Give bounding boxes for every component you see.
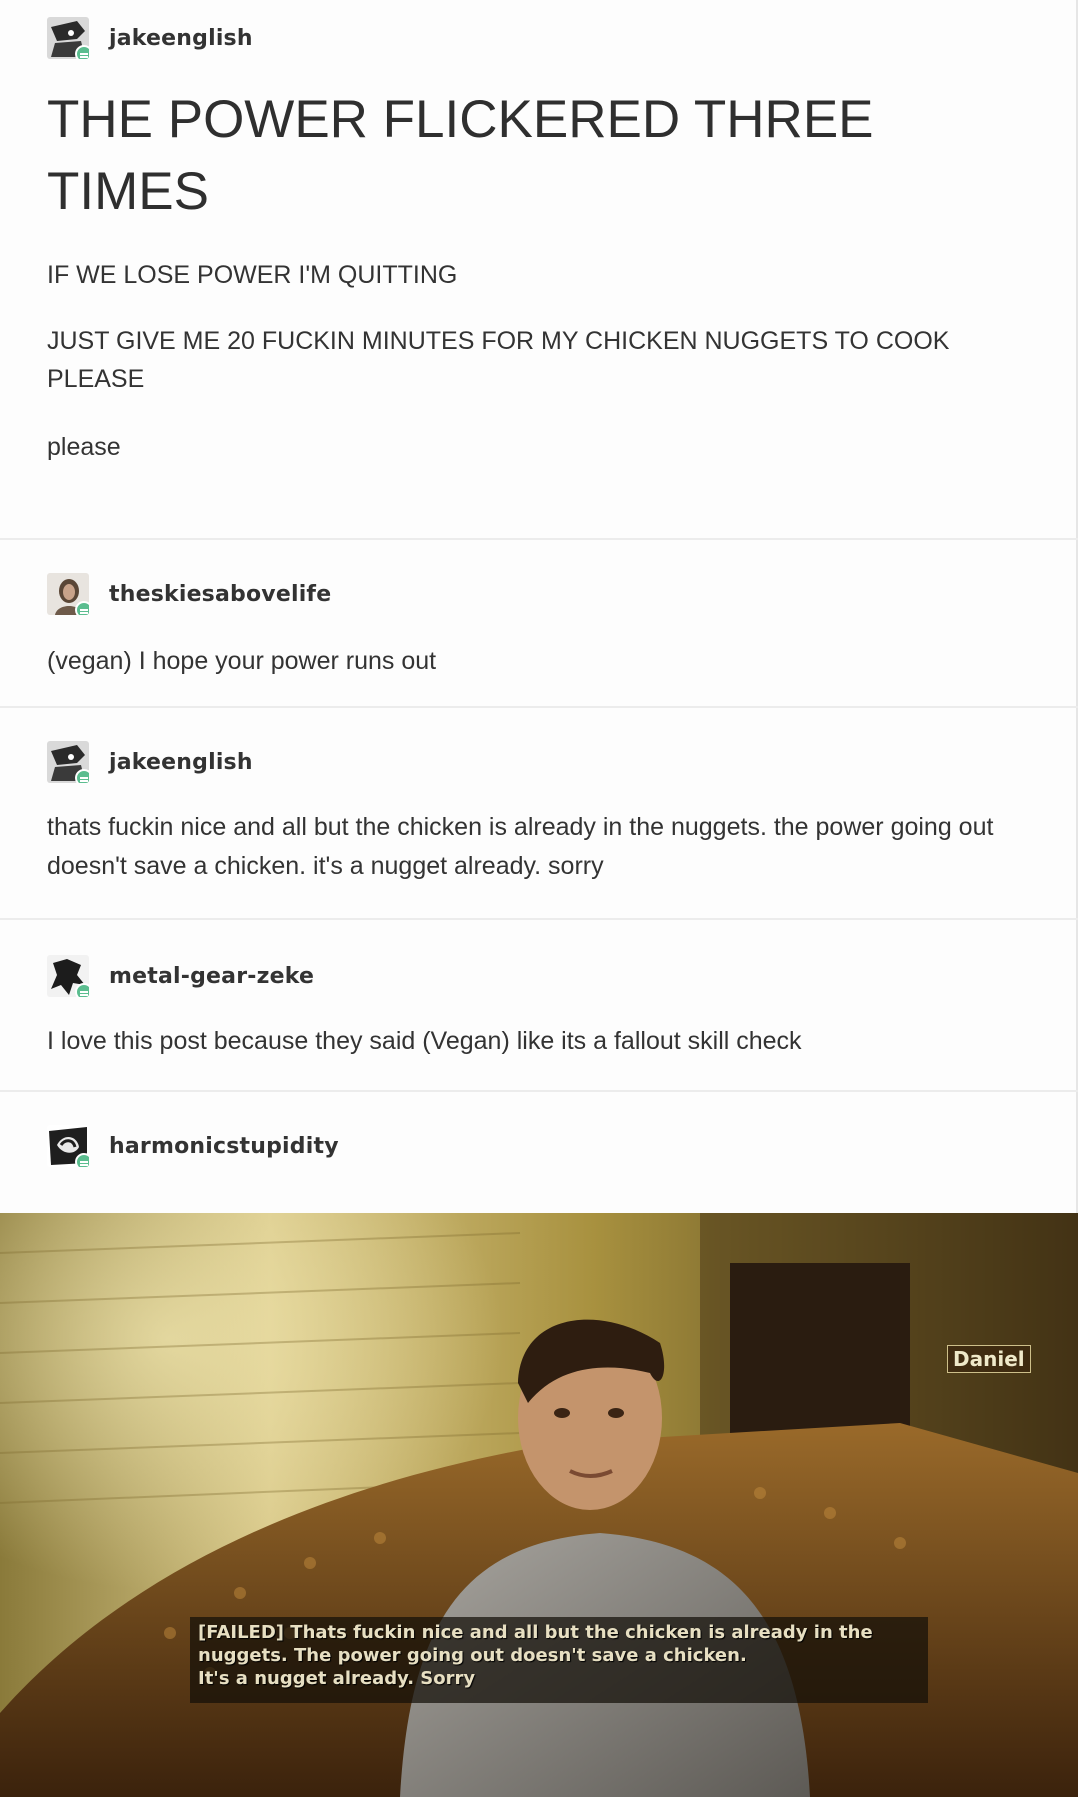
comment-username[interactable]: harmonicstupidity <box>109 1134 339 1159</box>
post-paragraph: IF WE LOSE POWER I'M QUITTING <box>47 261 458 289</box>
scene-background <box>0 1213 1078 1797</box>
comment-text: I love this post because they said (Vega… <box>47 1027 802 1055</box>
comment-username[interactable]: metal-gear-zeke <box>109 964 314 989</box>
divider <box>0 706 1078 708</box>
post-header: jakeenglish <box>47 12 1078 64</box>
person-photo-avatar-icon[interactable] <box>47 573 89 615</box>
reblog-comment: jakeenglish thats fuckin nice and all bu… <box>0 736 1078 886</box>
dark-character-avatar-icon[interactable] <box>47 741 89 783</box>
subtitle-line: nuggets. The power going out doesn't sav… <box>198 1645 747 1666</box>
comment-header: metal-gear-zeke <box>47 950 1078 1002</box>
subtitle-box: [FAILED] Thats fuckin nice and all but t… <box>190 1617 928 1703</box>
dark-character-avatar-icon[interactable] <box>47 17 89 59</box>
comment-text: (vegan) I hope your power runs out <box>47 647 437 675</box>
comment-header: theskiesabovelife <box>47 568 1078 620</box>
reblog-badge-icon <box>75 1153 89 1167</box>
reblog-badge-icon <box>75 601 89 615</box>
speaker-name-tag: Daniel <box>947 1345 1031 1373</box>
reblog-comment: metal-gear-zeke I love this post because… <box>0 950 1078 1061</box>
comment-username[interactable]: jakeenglish <box>109 750 253 775</box>
subtitle-line: [FAILED] Thats fuckin nice and all but t… <box>198 1622 873 1643</box>
reblog-comment: harmonicstupidity <box>0 1120 1078 1172</box>
post-paragraph: please <box>47 433 121 461</box>
subtitle-line: It's a nugget already. Sorry <box>198 1668 476 1689</box>
divider <box>0 538 1078 540</box>
post-title: THE POWER FLICKERED THREE TIMES <box>47 90 874 221</box>
comment-username[interactable]: theskiesabovelife <box>109 582 331 607</box>
video-still-image: Daniel [FAILED] Thats fuckin nice and al… <box>0 1213 1078 1797</box>
original-post: jakeenglish THE POWER FLICKERED THREE TI… <box>0 12 1078 466</box>
divider <box>0 1090 1078 1092</box>
reblog-badge-icon <box>75 769 89 783</box>
comment-header: jakeenglish <box>47 736 1078 788</box>
divider <box>0 918 1078 920</box>
dark-silhouette-avatar-icon[interactable] <box>47 955 89 997</box>
post-username[interactable]: jakeenglish <box>109 26 253 51</box>
tumblr-post-thread: jakeenglish THE POWER FLICKERED THREE TI… <box>0 0 1078 1797</box>
black-white-sketch-avatar-icon[interactable] <box>47 1125 89 1167</box>
reblog-comment: theskiesabovelife (vegan) I hope your po… <box>0 568 1078 681</box>
post-paragraph: JUST GIVE ME 20 FUCKIN MINUTES FOR MY CH… <box>47 327 950 393</box>
comment-header: harmonicstupidity <box>47 1120 1078 1172</box>
reblog-badge-icon <box>75 45 89 59</box>
comment-text: thats fuckin nice and all but the chicke… <box>47 813 994 880</box>
reblog-badge-icon <box>75 983 89 997</box>
